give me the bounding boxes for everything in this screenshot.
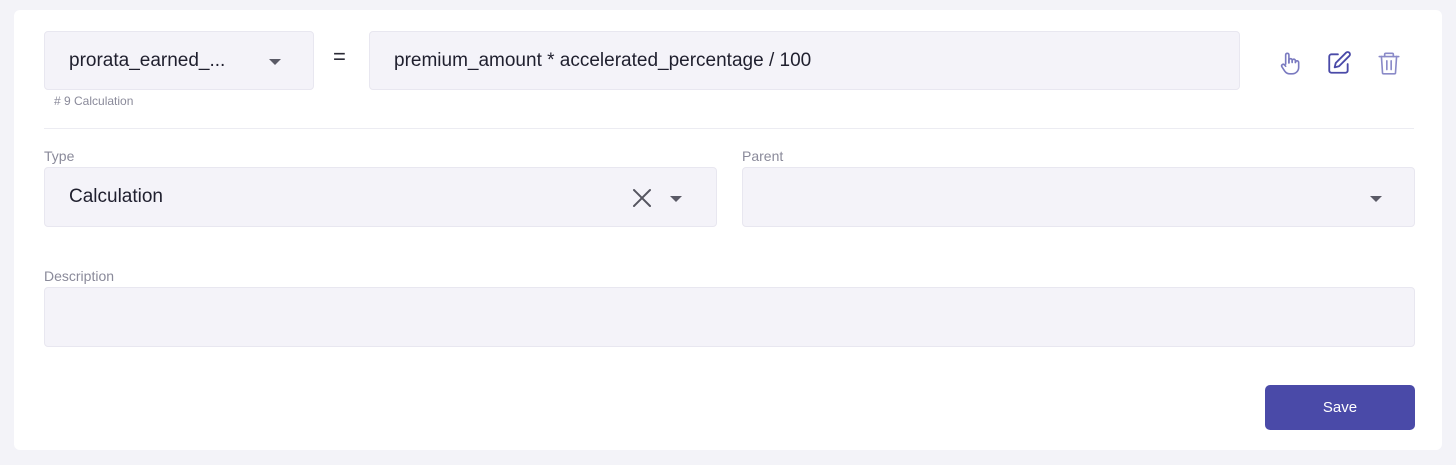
equals-sign: = bbox=[333, 44, 346, 69]
pointer-hand-icon[interactable] bbox=[1277, 50, 1303, 76]
description-label: Description bbox=[44, 268, 115, 284]
section-divider bbox=[44, 128, 1414, 129]
calculation-hint: # 9 Calculation bbox=[54, 94, 134, 108]
chevron-down-icon[interactable] bbox=[269, 59, 281, 65]
chevron-down-icon[interactable] bbox=[1370, 196, 1382, 202]
description-input[interactable] bbox=[44, 287, 1415, 347]
save-button[interactable]: Save bbox=[1265, 385, 1415, 430]
type-label: Type bbox=[44, 148, 75, 164]
expression-input[interactable]: premium_amount * accelerated_percentage … bbox=[369, 31, 1240, 90]
formula-card: prorata_earned_... # 9 Calculation = pre… bbox=[14, 10, 1442, 450]
parent-select[interactable] bbox=[742, 167, 1415, 227]
expression-text: premium_amount * accelerated_percentage … bbox=[394, 49, 812, 71]
type-select-value: Calculation bbox=[69, 186, 163, 207]
trash-icon[interactable] bbox=[1376, 50, 1402, 76]
edit-icon[interactable] bbox=[1326, 50, 1352, 76]
variable-select[interactable]: prorata_earned_... bbox=[44, 31, 314, 90]
variable-select-value: prorata_earned_... bbox=[69, 49, 226, 71]
parent-label: Parent bbox=[742, 148, 784, 164]
clear-icon[interactable] bbox=[632, 188, 652, 208]
chevron-down-icon[interactable] bbox=[670, 196, 682, 202]
type-select[interactable]: Calculation bbox=[44, 167, 717, 227]
